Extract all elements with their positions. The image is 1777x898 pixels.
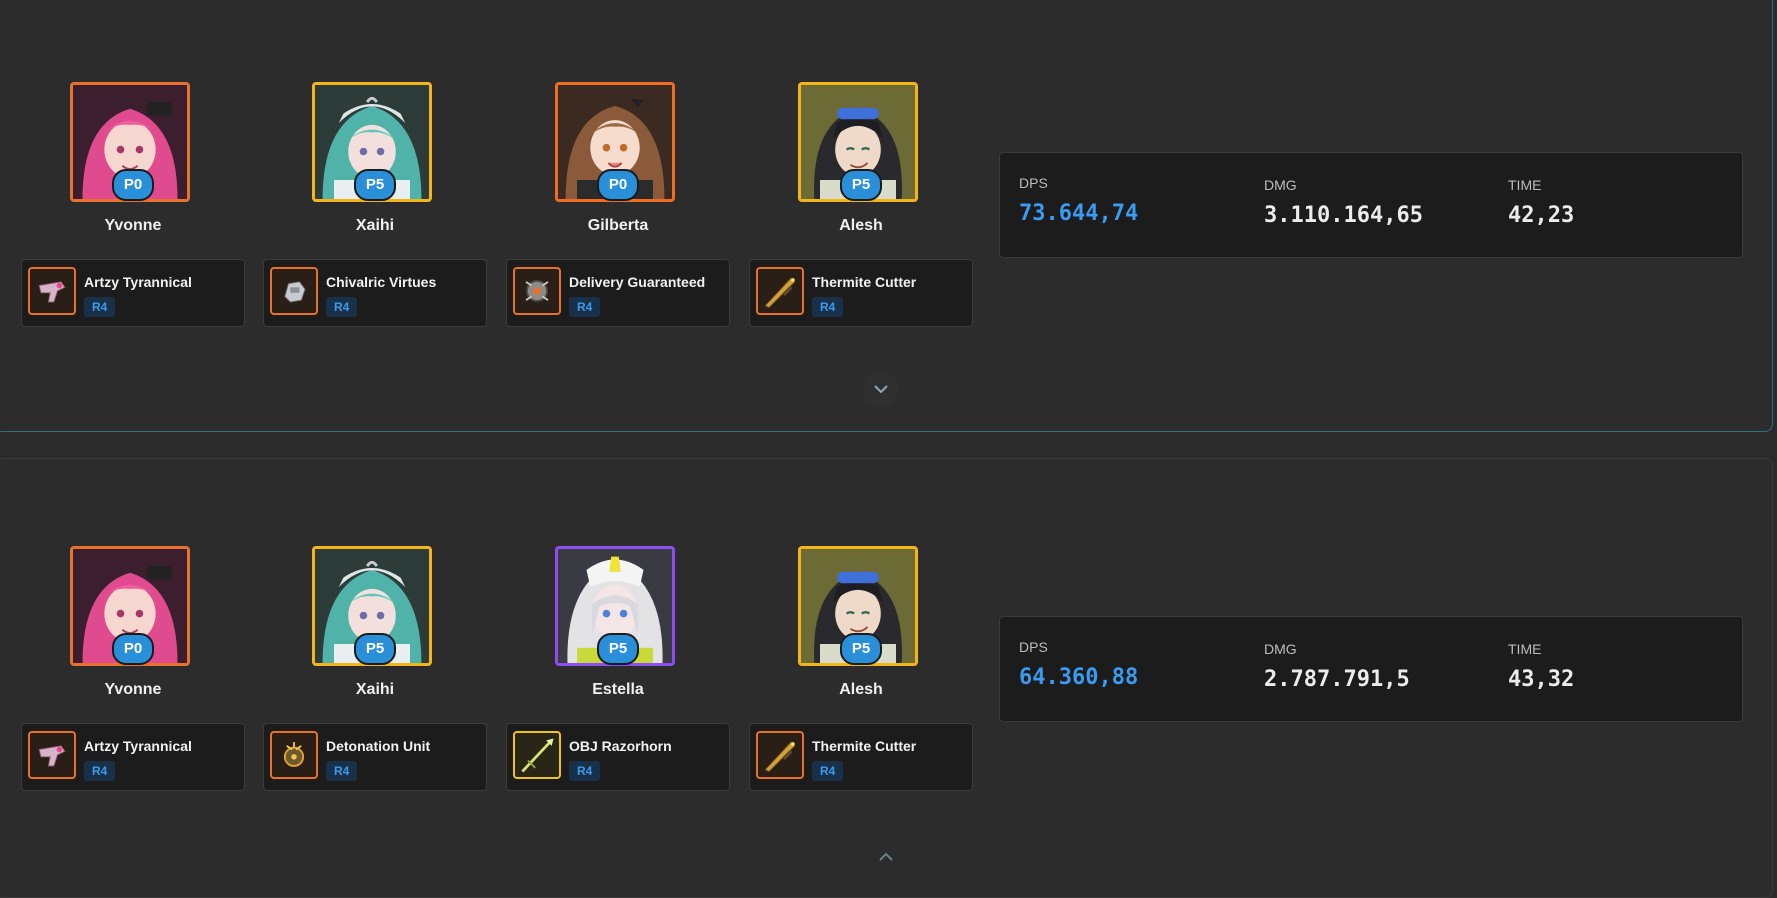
weapon-rank-badge: R4 bbox=[84, 761, 116, 781]
expand-chevron-button[interactable] bbox=[863, 371, 899, 407]
weapon-card[interactable]: OBJ Razorhorn R4 bbox=[506, 723, 730, 791]
stat-value: 43,32 bbox=[1508, 667, 1575, 692]
weapon-name: Thermite Cutter bbox=[812, 274, 917, 290]
potential-badge: P5 bbox=[354, 169, 396, 201]
weapon-name: OBJ Razorhorn bbox=[569, 738, 672, 754]
potential-badge: P0 bbox=[597, 169, 639, 201]
weapon-rank-badge: R4 bbox=[569, 761, 601, 781]
team-stats-panel: DPS 73.644,74 DMG 3.110.164,65 TIME 42,2… bbox=[999, 152, 1743, 258]
character-name: Yvonne bbox=[104, 681, 162, 698]
character-name: Estella bbox=[592, 681, 644, 698]
character-name: Yvonne bbox=[104, 217, 162, 234]
weapon-card[interactable]: Chivalric Virtues R4 bbox=[263, 259, 487, 327]
weapon-card[interactable]: Artzy Tyrannical R4 bbox=[21, 723, 245, 791]
grenade-icon bbox=[270, 731, 318, 779]
stat-value: 2.787.791,5 bbox=[1264, 667, 1410, 692]
team-units: P0 Yvonne Artzy Tyrannical R4 bbox=[0, 459, 995, 897]
sword-icon bbox=[756, 731, 804, 779]
stat-dmg: DMG 2.787.791,5 bbox=[1264, 641, 1410, 692]
potential-badge: P0 bbox=[112, 633, 154, 665]
stat-dps: DPS 64.360,88 bbox=[1019, 639, 1138, 690]
weapon-card[interactable]: Delivery Guaranteed R4 bbox=[506, 259, 730, 327]
stat-dps: DPS 73.644,74 bbox=[1019, 175, 1138, 226]
stat-time: TIME 42,23 bbox=[1508, 177, 1574, 228]
stat-dmg: DMG 3.110.164,65 bbox=[1264, 177, 1423, 228]
stat-value: 42,23 bbox=[1508, 203, 1575, 228]
team-units: P0 Yvonne Artzy Tyrannical R4 bbox=[0, 0, 995, 431]
potential-badge: P0 bbox=[112, 169, 154, 201]
character-name: Alesh bbox=[839, 217, 883, 234]
weapon-name: Artzy Tyrannical bbox=[84, 738, 192, 754]
weapon-card[interactable]: Artzy Tyrannical R4 bbox=[21, 259, 245, 327]
weapon-rank-badge: R4 bbox=[326, 761, 358, 781]
potential-badge: P5 bbox=[597, 633, 639, 665]
weapon-name: Thermite Cutter bbox=[812, 738, 917, 754]
character-name: Xaihi bbox=[355, 681, 395, 698]
weapon-card[interactable]: Thermite Cutter R4 bbox=[749, 259, 973, 327]
chevron-down-icon bbox=[874, 385, 888, 394]
stat-label: DPS bbox=[1019, 639, 1048, 655]
weapon-rank-badge: R4 bbox=[326, 297, 358, 317]
weapon-name: Delivery Guaranteed bbox=[569, 274, 706, 290]
polearm-icon bbox=[513, 731, 561, 779]
gauntlet-icon bbox=[270, 267, 318, 315]
stat-time: TIME 43,32 bbox=[1508, 641, 1574, 692]
character-name: Gilberta bbox=[587, 217, 649, 234]
sword-icon bbox=[756, 267, 804, 315]
expand-chevron-button[interactable] bbox=[868, 851, 904, 871]
character-name: Alesh bbox=[839, 681, 883, 698]
weapon-rank-badge: R4 bbox=[84, 297, 116, 317]
team-stats-panel: DPS 64.360,88 DMG 2.787.791,5 TIME 43,32 bbox=[999, 616, 1743, 722]
potential-badge: P5 bbox=[840, 169, 882, 201]
device-icon bbox=[513, 267, 561, 315]
weapon-rank-badge: R4 bbox=[569, 297, 601, 317]
weapon-name: Detonation Unit bbox=[326, 738, 431, 754]
weapon-rank-badge: R4 bbox=[812, 761, 844, 781]
stat-value: 73.644,74 bbox=[1019, 201, 1139, 226]
weapon-rank-badge: R4 bbox=[812, 297, 844, 317]
weapon-name: Chivalric Virtues bbox=[326, 274, 437, 290]
team-card-2[interactable]: P0 Yvonne Artzy Tyrannical R4 P5 Xaihi D… bbox=[0, 458, 1773, 898]
stat-label: TIME bbox=[1508, 641, 1542, 657]
team-card-1[interactable]: P0 Yvonne Artzy Tyrannical R4 P5 Xaihi C… bbox=[0, 0, 1773, 432]
weapon-card[interactable]: Detonation Unit R4 bbox=[263, 723, 487, 791]
stat-label: DMG bbox=[1264, 641, 1297, 657]
pistol-icon bbox=[28, 267, 76, 315]
potential-badge: P5 bbox=[840, 633, 882, 665]
stat-value: 64.360,88 bbox=[1019, 665, 1139, 690]
weapon-card[interactable]: Thermite Cutter R4 bbox=[749, 723, 973, 791]
potential-badge: P5 bbox=[354, 633, 396, 665]
character-name: Xaihi bbox=[355, 217, 395, 234]
weapon-name: Artzy Tyrannical bbox=[84, 274, 192, 290]
stat-value: 3.110.164,65 bbox=[1264, 203, 1423, 228]
pistol-icon bbox=[28, 731, 76, 779]
stat-label: DMG bbox=[1264, 177, 1297, 193]
chevron-down-icon bbox=[879, 852, 893, 861]
stat-label: TIME bbox=[1508, 177, 1542, 193]
stat-label: DPS bbox=[1019, 175, 1048, 191]
